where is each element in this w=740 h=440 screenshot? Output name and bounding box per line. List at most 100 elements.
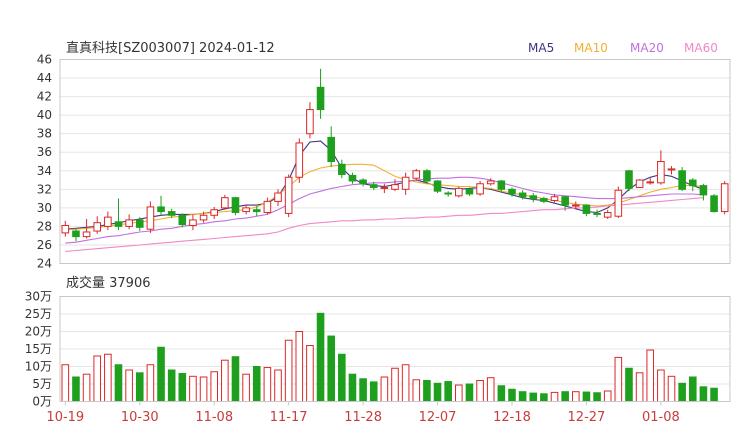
candle bbox=[284, 174, 293, 218]
volume-bar bbox=[550, 391, 559, 402]
candle bbox=[274, 189, 282, 207]
candle-body bbox=[146, 206, 155, 230]
price-tick-label: 38 bbox=[37, 127, 52, 141]
price-tick-label: 32 bbox=[37, 182, 52, 196]
price-tick-label: 44 bbox=[37, 71, 52, 85]
volume-bar bbox=[189, 375, 197, 402]
candle-body bbox=[710, 195, 718, 213]
candle-body bbox=[550, 196, 559, 201]
volume-bar bbox=[401, 364, 410, 402]
volume-bar bbox=[710, 387, 718, 403]
candle-body bbox=[72, 230, 80, 238]
legend-ma10: MA10 bbox=[574, 41, 608, 55]
date-x-axis: 10-19 10-30 11-08 11-17 11-28 12-07 12-18 12-27… bbox=[46, 401, 680, 425]
legend: MA5 MA10 MA20 MA60 bbox=[528, 41, 718, 55]
volume-bar bbox=[625, 367, 633, 402]
candle bbox=[667, 166, 676, 175]
volume-tick-label: 20万 bbox=[25, 325, 52, 339]
candle-body bbox=[593, 212, 601, 215]
candle-body bbox=[306, 109, 314, 135]
candle-body bbox=[529, 195, 538, 200]
volume-bar bbox=[582, 391, 591, 402]
volume-bar bbox=[508, 388, 516, 402]
candle bbox=[104, 211, 112, 231]
volume-bar bbox=[231, 356, 240, 403]
volume-bar bbox=[561, 391, 569, 403]
candle-body bbox=[688, 179, 697, 187]
volume-bar bbox=[699, 386, 708, 402]
candle bbox=[157, 195, 165, 216]
volume-bar bbox=[423, 380, 431, 402]
candle bbox=[359, 178, 367, 187]
candle bbox=[614, 186, 623, 219]
candle-body bbox=[423, 170, 431, 182]
candle-body bbox=[178, 214, 187, 226]
volume-bar bbox=[433, 382, 442, 402]
volume-bar bbox=[104, 353, 112, 402]
date-tick-label: 11-28 bbox=[344, 410, 382, 425]
volume-bar bbox=[444, 381, 452, 402]
candle bbox=[401, 172, 410, 195]
volume-bar bbox=[540, 393, 548, 402]
candle-body bbox=[412, 170, 421, 179]
candle-body bbox=[167, 211, 176, 216]
volume-bar bbox=[284, 339, 293, 402]
candle bbox=[93, 216, 102, 234]
candle-body bbox=[391, 184, 399, 190]
volume-tick-label: 5万 bbox=[32, 377, 52, 391]
candle bbox=[625, 169, 633, 192]
legend-ma20: MA20 bbox=[630, 41, 664, 55]
candle bbox=[61, 220, 70, 237]
volume-bars bbox=[61, 312, 718, 403]
candle bbox=[412, 168, 421, 181]
candle-body bbox=[93, 222, 102, 232]
legend-ma5: MA5 bbox=[528, 41, 554, 55]
candle bbox=[348, 172, 357, 184]
date-tick-label: 12-07 bbox=[419, 410, 457, 425]
candle-body bbox=[61, 224, 70, 234]
candle bbox=[72, 229, 80, 242]
volume-bar bbox=[93, 355, 102, 402]
candle-body bbox=[401, 176, 410, 190]
candle-body bbox=[125, 219, 133, 227]
volume-bar bbox=[295, 331, 304, 402]
volume-bar bbox=[476, 380, 484, 402]
volume-tick-label: 15万 bbox=[25, 342, 52, 356]
volume-bar bbox=[369, 381, 378, 402]
date-tick-label: 11-17 bbox=[270, 410, 308, 425]
volume-y-axis: 0万 5万 10万 15万 20万 25万 30万 bbox=[25, 290, 52, 409]
legend-ma60: MA60 bbox=[684, 41, 718, 55]
candle bbox=[423, 168, 431, 184]
candle-body bbox=[561, 196, 569, 206]
candle bbox=[338, 159, 346, 179]
volume-bar bbox=[178, 373, 187, 402]
volume-bar bbox=[688, 376, 697, 402]
volume-bar bbox=[614, 356, 623, 402]
volume-bar bbox=[571, 391, 580, 403]
candle-body bbox=[486, 180, 495, 185]
volume-bar bbox=[263, 367, 272, 402]
candle-body bbox=[327, 136, 335, 163]
stock-chart: 直真科技[SZ003007] 2024-01-12 MA5 MA10 MA20 … bbox=[25, 41, 731, 425]
volume-bar bbox=[593, 392, 601, 402]
candle bbox=[710, 193, 718, 213]
volume-bar bbox=[327, 335, 335, 402]
volume-bar bbox=[221, 359, 229, 403]
volume-bar bbox=[82, 373, 91, 403]
candle-body bbox=[359, 179, 367, 185]
volume-bar bbox=[114, 364, 123, 402]
candle-body bbox=[252, 209, 261, 213]
price-tick-label: 26 bbox=[37, 238, 52, 252]
volume-bar bbox=[412, 379, 421, 402]
candle bbox=[582, 204, 591, 217]
candle-body bbox=[614, 189, 623, 217]
price-tick-label: 46 bbox=[37, 53, 52, 67]
candle-body bbox=[316, 86, 325, 111]
volume-bar bbox=[242, 373, 250, 403]
candle bbox=[657, 150, 665, 185]
volume-bar bbox=[380, 376, 389, 402]
candle bbox=[242, 205, 250, 215]
candle-body bbox=[667, 168, 676, 171]
candle-body bbox=[699, 185, 708, 196]
date-tick-label: 12-18 bbox=[493, 410, 531, 425]
